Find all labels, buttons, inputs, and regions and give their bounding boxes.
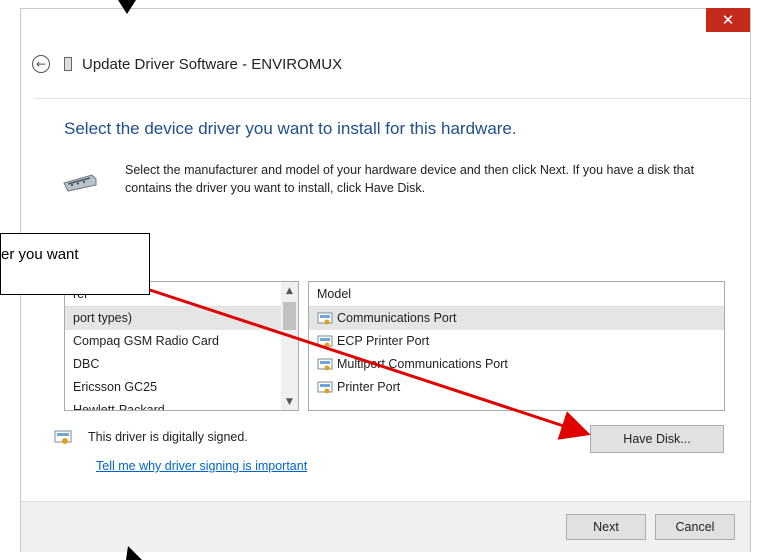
page-heading: Select the device driver you want to ins… — [64, 119, 517, 138]
certificate-icon — [317, 312, 333, 324]
cancel-button[interactable]: Cancel — [655, 514, 735, 540]
close-button[interactable]: ✕ — [706, 8, 750, 32]
signed-certificate-icon — [54, 430, 72, 444]
scroll-thumb[interactable] — [283, 302, 296, 330]
list-item[interactable]: Communications Port — [309, 307, 724, 330]
signed-status: This driver is digitally signed. — [54, 429, 248, 445]
list-item[interactable]: Compaq GSM Radio Card — [65, 330, 298, 353]
certificate-icon — [317, 358, 333, 370]
button-bar: Next Cancel — [21, 501, 750, 552]
close-icon: ✕ — [721, 11, 735, 29]
list-item[interactable]: ECP Printer Port — [309, 330, 724, 353]
list-item-label: Printer Port — [337, 380, 401, 394]
wizard-title: Update Driver Software - ENVIROMUX — [82, 55, 343, 73]
callout-text: er you want — [1, 246, 79, 263]
signed-text: This driver is digitally signed. — [88, 430, 248, 444]
model-list[interactable]: Model Communications Port ECP Printer Po… — [308, 281, 725, 411]
dialog-window: ✕ ← Update Driver Software - ENVIROMUX S… — [0, 0, 760, 560]
list-item[interactable]: Hewlett-Packard — [65, 399, 298, 410]
manufacturer-scrollbar[interactable]: ▲ ▼ — [281, 282, 298, 410]
manufacturer-list[interactable]: rer port types) Compaq GSM Radio Card DB… — [64, 281, 299, 411]
list-item[interactable]: Ericsson GC25 — [65, 376, 298, 399]
back-arrow-icon[interactable]: ← — [32, 55, 50, 73]
list-item[interactable]: port types) — [65, 307, 298, 330]
list-item-label: Communications Port — [337, 311, 457, 325]
next-button[interactable]: Next — [566, 514, 646, 540]
annotation-callout: er you want — [0, 233, 150, 295]
scroll-down-icon[interactable]: ▼ — [281, 393, 298, 410]
list-item-label: ECP Printer Port — [337, 334, 430, 348]
list-item[interactable]: DBC — [65, 353, 298, 376]
certificate-icon — [317, 335, 333, 347]
instructions-text: Select the manufacturer and model of you… — [125, 163, 695, 195]
list-item[interactable]: Printer Port — [309, 376, 724, 399]
certificate-icon — [317, 381, 333, 393]
have-disk-button[interactable]: Have Disk... — [590, 425, 724, 453]
list-item[interactable]: Multiport Communications Port — [309, 353, 724, 376]
list-item-label: Multiport Communications Port — [337, 357, 508, 371]
scroll-up-icon[interactable]: ▲ — [281, 282, 298, 299]
driver-signing-link[interactable]: Tell me why driver signing is important — [96, 459, 307, 473]
device-icon — [64, 57, 72, 71]
serial-port-icon — [63, 174, 97, 192]
wizard-header: ← Update Driver Software - ENVIROMUX — [32, 52, 342, 76]
model-header[interactable]: Model — [309, 282, 724, 307]
